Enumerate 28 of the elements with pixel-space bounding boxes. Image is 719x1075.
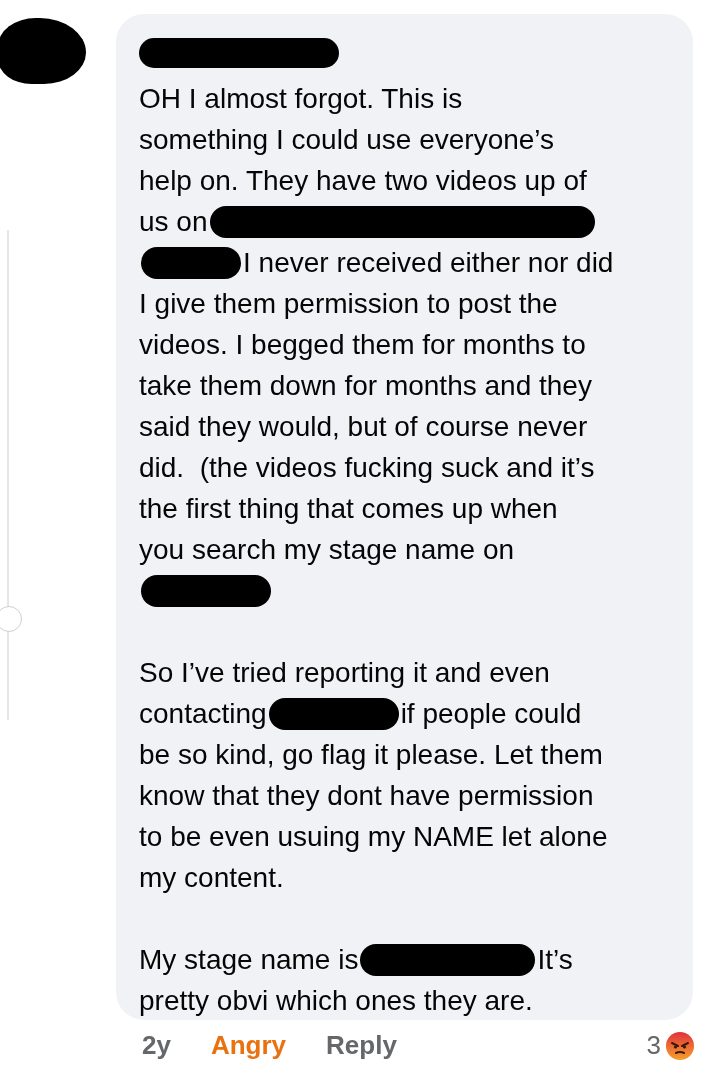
comment-text: I never received either nor did xyxy=(243,246,614,280)
comment-text: pretty obvi which ones they are. xyxy=(139,984,533,1018)
comment-text: So I’ve tried reporting it and even xyxy=(139,656,550,690)
comment-text: know that they dont have permission xyxy=(139,779,594,813)
reply-link[interactable]: Reply xyxy=(326,1030,397,1061)
comment-text: be so kind, go flag it please. Let them xyxy=(139,738,603,772)
timestamp[interactable]: 2y xyxy=(142,1030,171,1061)
comment-text: It’s xyxy=(537,943,573,977)
scroll-handle[interactable] xyxy=(0,606,22,632)
comment-text: to be even usuing my NAME let alone xyxy=(139,820,608,854)
comment-text: my content. xyxy=(139,861,284,895)
reaction-link[interactable]: Angry xyxy=(210,1030,287,1061)
comment-text: videos. I begged them for months to xyxy=(139,328,586,362)
reaction-count: 3 xyxy=(646,1030,661,1061)
comment-text: My stage name is xyxy=(139,943,359,977)
comment-text: the first thing that comes up when xyxy=(139,492,558,526)
comment-text: if people could xyxy=(400,697,582,731)
comment-text: OH I almost forgot. This is xyxy=(139,82,463,116)
comment-text: I give them permission to post the xyxy=(139,287,558,321)
comment-text: did. (the videos fucking suck and it’s xyxy=(139,451,595,485)
comment-text: you search my stage name on xyxy=(139,533,515,567)
angry-face-icon xyxy=(665,1030,695,1061)
comment-text: contacting xyxy=(139,697,267,731)
comment-text: take them down for months and they xyxy=(139,369,592,403)
comment-text: something I could use everyone’s xyxy=(139,123,555,157)
comment-text: said they would, but of course never xyxy=(139,410,588,444)
comment-text: us on xyxy=(139,205,208,239)
comment-text: help on. They have two videos up of xyxy=(139,164,587,198)
